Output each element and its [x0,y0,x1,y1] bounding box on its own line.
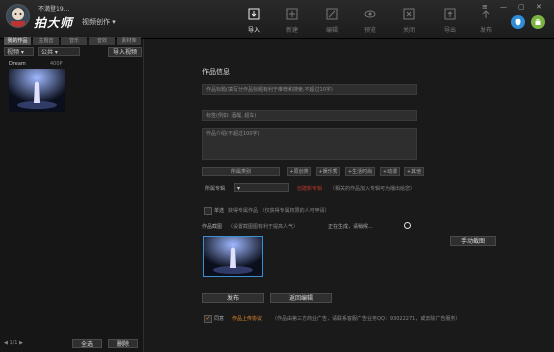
window-close-icon[interactable]: ✕ [536,3,542,11]
import-icon [248,8,260,20]
category-other[interactable]: +其他 [404,167,424,176]
toolbar-new-label: 新建 [285,27,298,34]
filter-select[interactable]: 公共 ▾ [38,47,80,56]
toolbar-edit-label: 编辑 [325,27,338,34]
tab-theme[interactable]: 主题音 [33,37,59,45]
title-input[interactable]: 作品标题(填写分作品标题有利于推荐和搜索,不超过10字) [202,84,417,95]
preview-icon [364,10,376,18]
category-lifestyle[interactable]: +生活时尚 [345,167,375,176]
back-to-edit-button[interactable]: 返回编辑 [270,293,332,303]
toolbar-edit[interactable]: 编辑 [318,8,346,34]
album-select[interactable]: ▾ [234,183,289,192]
toolbar-upload-label: 发布 [479,27,492,34]
category-entertainment[interactable]: +娱乐秀 [316,167,340,176]
private-checkbox-label: 单选 [214,208,225,214]
create-album-link[interactable]: 创建新专辑 [297,185,322,192]
category-original[interactable]: +原创类 [287,167,311,176]
app-logo: 拍大师 [34,16,74,30]
android-icon[interactable] [531,15,545,29]
video-name: Dream [9,61,26,67]
cover-label: 作品截图 [202,224,223,230]
category-label: 所属类别 [202,167,280,176]
private-checkbox[interactable] [204,207,212,215]
generating-status: 正在生成，请稍候... [328,224,373,230]
toolbar-close[interactable]: 关闭 [395,8,423,34]
private-label: 获得专属作品 （仅获得专属权限的人可申请） [228,208,330,214]
import-video-button[interactable]: 导入视频 [108,47,142,57]
tab-sound[interactable]: 音效 [89,37,115,45]
type-select-value: 视频 [7,49,20,56]
minimize-icon[interactable]: — [500,3,507,11]
apple-icon[interactable] [511,15,525,29]
cover-thumbnail[interactable] [203,236,263,277]
section-title: 作品信息 [202,68,230,76]
maximize-icon[interactable]: ▢ [518,3,525,11]
avatar[interactable] [6,4,30,28]
delete-button[interactable]: 删除 [108,339,138,348]
pager: ◀ 1/1 ▶ [4,340,23,346]
close-icon [403,8,415,20]
video-thumbnail[interactable] [9,69,65,112]
new-icon [286,8,298,20]
agreement-link[interactable]: 作品上传协议 [232,315,262,322]
album-label: 所属专辑 [205,186,226,192]
toolbar-new[interactable]: 新建 [278,8,306,34]
select-all-button[interactable]: 全选 [72,339,102,348]
notice-text: （作品由第三方商业广告，请联系客服广告业务QQ：93022271，或去除广告服务… [272,316,461,322]
toolbar-export-label: 导出 [443,27,456,34]
toolbar-preview-label: 预览 [363,27,376,34]
manual-capture-button[interactable]: 手动截图 [450,236,496,246]
loading-spinner-icon [404,222,411,229]
page-number: 1/1 [9,340,18,346]
publish-button[interactable]: 发布 [202,293,264,303]
agree-label: 同意 [214,316,225,322]
type-select[interactable]: 视频 ▾ [4,47,34,56]
tags-input[interactable]: 标签(例如: 酒醒, 超车) [202,110,417,121]
description-input[interactable]: 作品介绍(不超过100字) [202,128,417,160]
filter-select-value: 公共 [41,49,54,56]
chevron-down-icon: ▾ [112,18,116,26]
mode-dropdown[interactable]: 视频创作 ▾ [82,17,116,27]
album-hint: （相关的作品加入专辑可为播出给您） [330,186,416,192]
export-icon [444,8,456,20]
category-anime[interactable]: +动漫 [380,167,400,176]
toolbar-import-label: 导入 [247,27,260,34]
tab-my-works[interactable]: 我的作品 [4,37,31,45]
tab-library[interactable]: 素材库 [117,37,141,45]
toolbar-upload[interactable]: 发布 [472,8,500,34]
username[interactable]: 不満登19... [38,4,69,13]
agree-checkbox[interactable]: ✓ [204,315,212,323]
cover-hint: （设置截图图有利于提高人气） [228,224,299,230]
mode-label: 视频创作 [82,18,110,26]
toolbar-close-label: 关闭 [402,27,415,34]
tab-music[interactable]: 音乐 [61,37,87,45]
toolbar-export[interactable]: 导出 [436,8,464,34]
edit-icon [326,8,338,20]
menu-icon[interactable]: ≡ [482,3,488,11]
toolbar-import[interactable]: 导入 [240,8,268,34]
toolbar-preview[interactable]: 预览 [356,8,384,34]
video-size: 400P [50,61,63,67]
